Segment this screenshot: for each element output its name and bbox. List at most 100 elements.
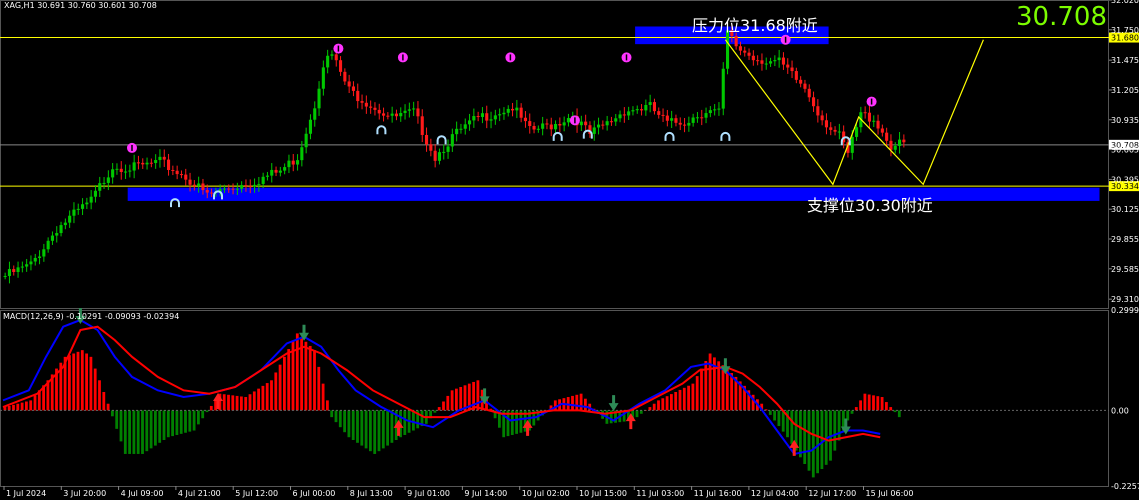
macd-histogram-bar [16,403,20,411]
macd-histogram-bar [227,394,230,411]
time-tick-label: 9 Jul 01:00 [407,489,450,498]
candle-body [506,108,510,113]
macd-histogram-bar [222,394,226,411]
candle-body [833,129,837,132]
macd-histogram-bar [777,410,781,427]
candle-body [764,63,768,65]
macd-histogram-bar [205,410,209,413]
candle-body [579,121,583,126]
macd-histogram-bar [678,389,682,411]
candle-body [291,160,295,165]
macd-histogram-bar [803,410,807,464]
macd-histogram-bar [885,402,888,411]
macd-histogram-bar [33,395,37,411]
candle-body [235,188,239,190]
candle-body [313,108,317,120]
macd-histogram-bar [687,385,690,411]
candle-body [562,122,566,126]
macd-histogram-bar [270,380,273,411]
macd-histogram-bar [768,410,772,415]
candle-body [20,266,24,268]
candle-body [816,106,820,116]
macd-histogram-bar [115,410,119,429]
candle-body [308,119,312,134]
macd-histogram-bar [639,410,643,414]
time-tick-label: 4 Jul 21:00 [178,489,221,498]
candle-body [373,107,377,110]
candle-body [867,112,871,122]
macd-histogram-bar [450,390,454,411]
macd-histogram-bar [76,351,80,411]
candle-body [652,102,656,112]
macd-histogram-bar [893,410,897,413]
macd-histogram-bar [188,410,192,432]
macd-histogram-bar [184,410,187,433]
macd-histogram-bar [72,353,76,411]
macd-histogram-bar [652,403,656,411]
candle-body [502,112,506,115]
candle-body [463,124,467,129]
macd-histogram-bar [863,393,867,411]
support-annotation: 支撑位30.30附近 [807,196,933,215]
fractal-down-marker [664,131,675,141]
candle-body [700,117,704,119]
macd-histogram-bar [850,410,854,414]
candle-body [68,215,72,223]
macd-histogram-bar [274,372,278,411]
candle-body [459,128,463,130]
candle-body [812,97,816,107]
candle-body [222,188,226,190]
candle-body [614,118,618,122]
time-tick-label: 10 Jul 15:00 [579,489,627,498]
candle-body [12,269,16,272]
candle-body [760,60,764,64]
candle-body [855,127,859,137]
macd-histogram-bar [403,410,407,435]
candle-body [493,115,497,120]
candle-body [592,127,596,134]
candle-body [644,104,648,111]
macd-histogram-bar [725,369,729,411]
candle-body [210,192,214,194]
candle-body [476,116,480,118]
macd-histogram-bar [136,410,140,454]
candle-body [773,60,777,62]
candle-body [713,109,717,111]
time-tick-label: 1 Jul 2024 [6,489,46,498]
macd-histogram-bar [872,395,875,411]
fractal-down-marker [436,135,447,145]
candle-body [756,60,760,62]
macd-histogram-bar [364,410,368,449]
macd-histogram-bar [799,410,802,458]
macd-histogram-bar [811,410,815,478]
macd-histogram-bar [584,398,587,411]
candle-body [326,55,330,68]
macd-histogram-bar [106,403,110,411]
candle-body [880,128,884,133]
candle-body [683,124,687,126]
candle-body [265,175,269,177]
candle-body [253,184,257,187]
macd-histogram-bar [820,410,824,470]
candle-body [227,188,231,190]
candle-body [794,71,798,80]
macd-histogram-bar [175,410,179,435]
candle-body [278,170,282,173]
candle-body [751,55,755,61]
candle-body [407,109,411,111]
macd-histogram-bar [12,404,15,411]
candle-body [394,113,398,117]
macd-histogram-bar [80,350,84,411]
candle-body [657,111,661,115]
time-tick-label: 12 Jul 04:00 [751,489,799,498]
support-zone [127,187,1100,201]
resistance-annotation: 压力位31.68附近 [692,16,818,35]
macd-histogram-bar [287,349,291,411]
candle-body [678,122,682,125]
candle-body [734,36,738,47]
macd-histogram-bar [721,365,725,411]
candle-body [283,167,287,171]
candle-body [317,88,321,109]
candle-body [248,186,252,188]
candle-body [803,83,807,89]
